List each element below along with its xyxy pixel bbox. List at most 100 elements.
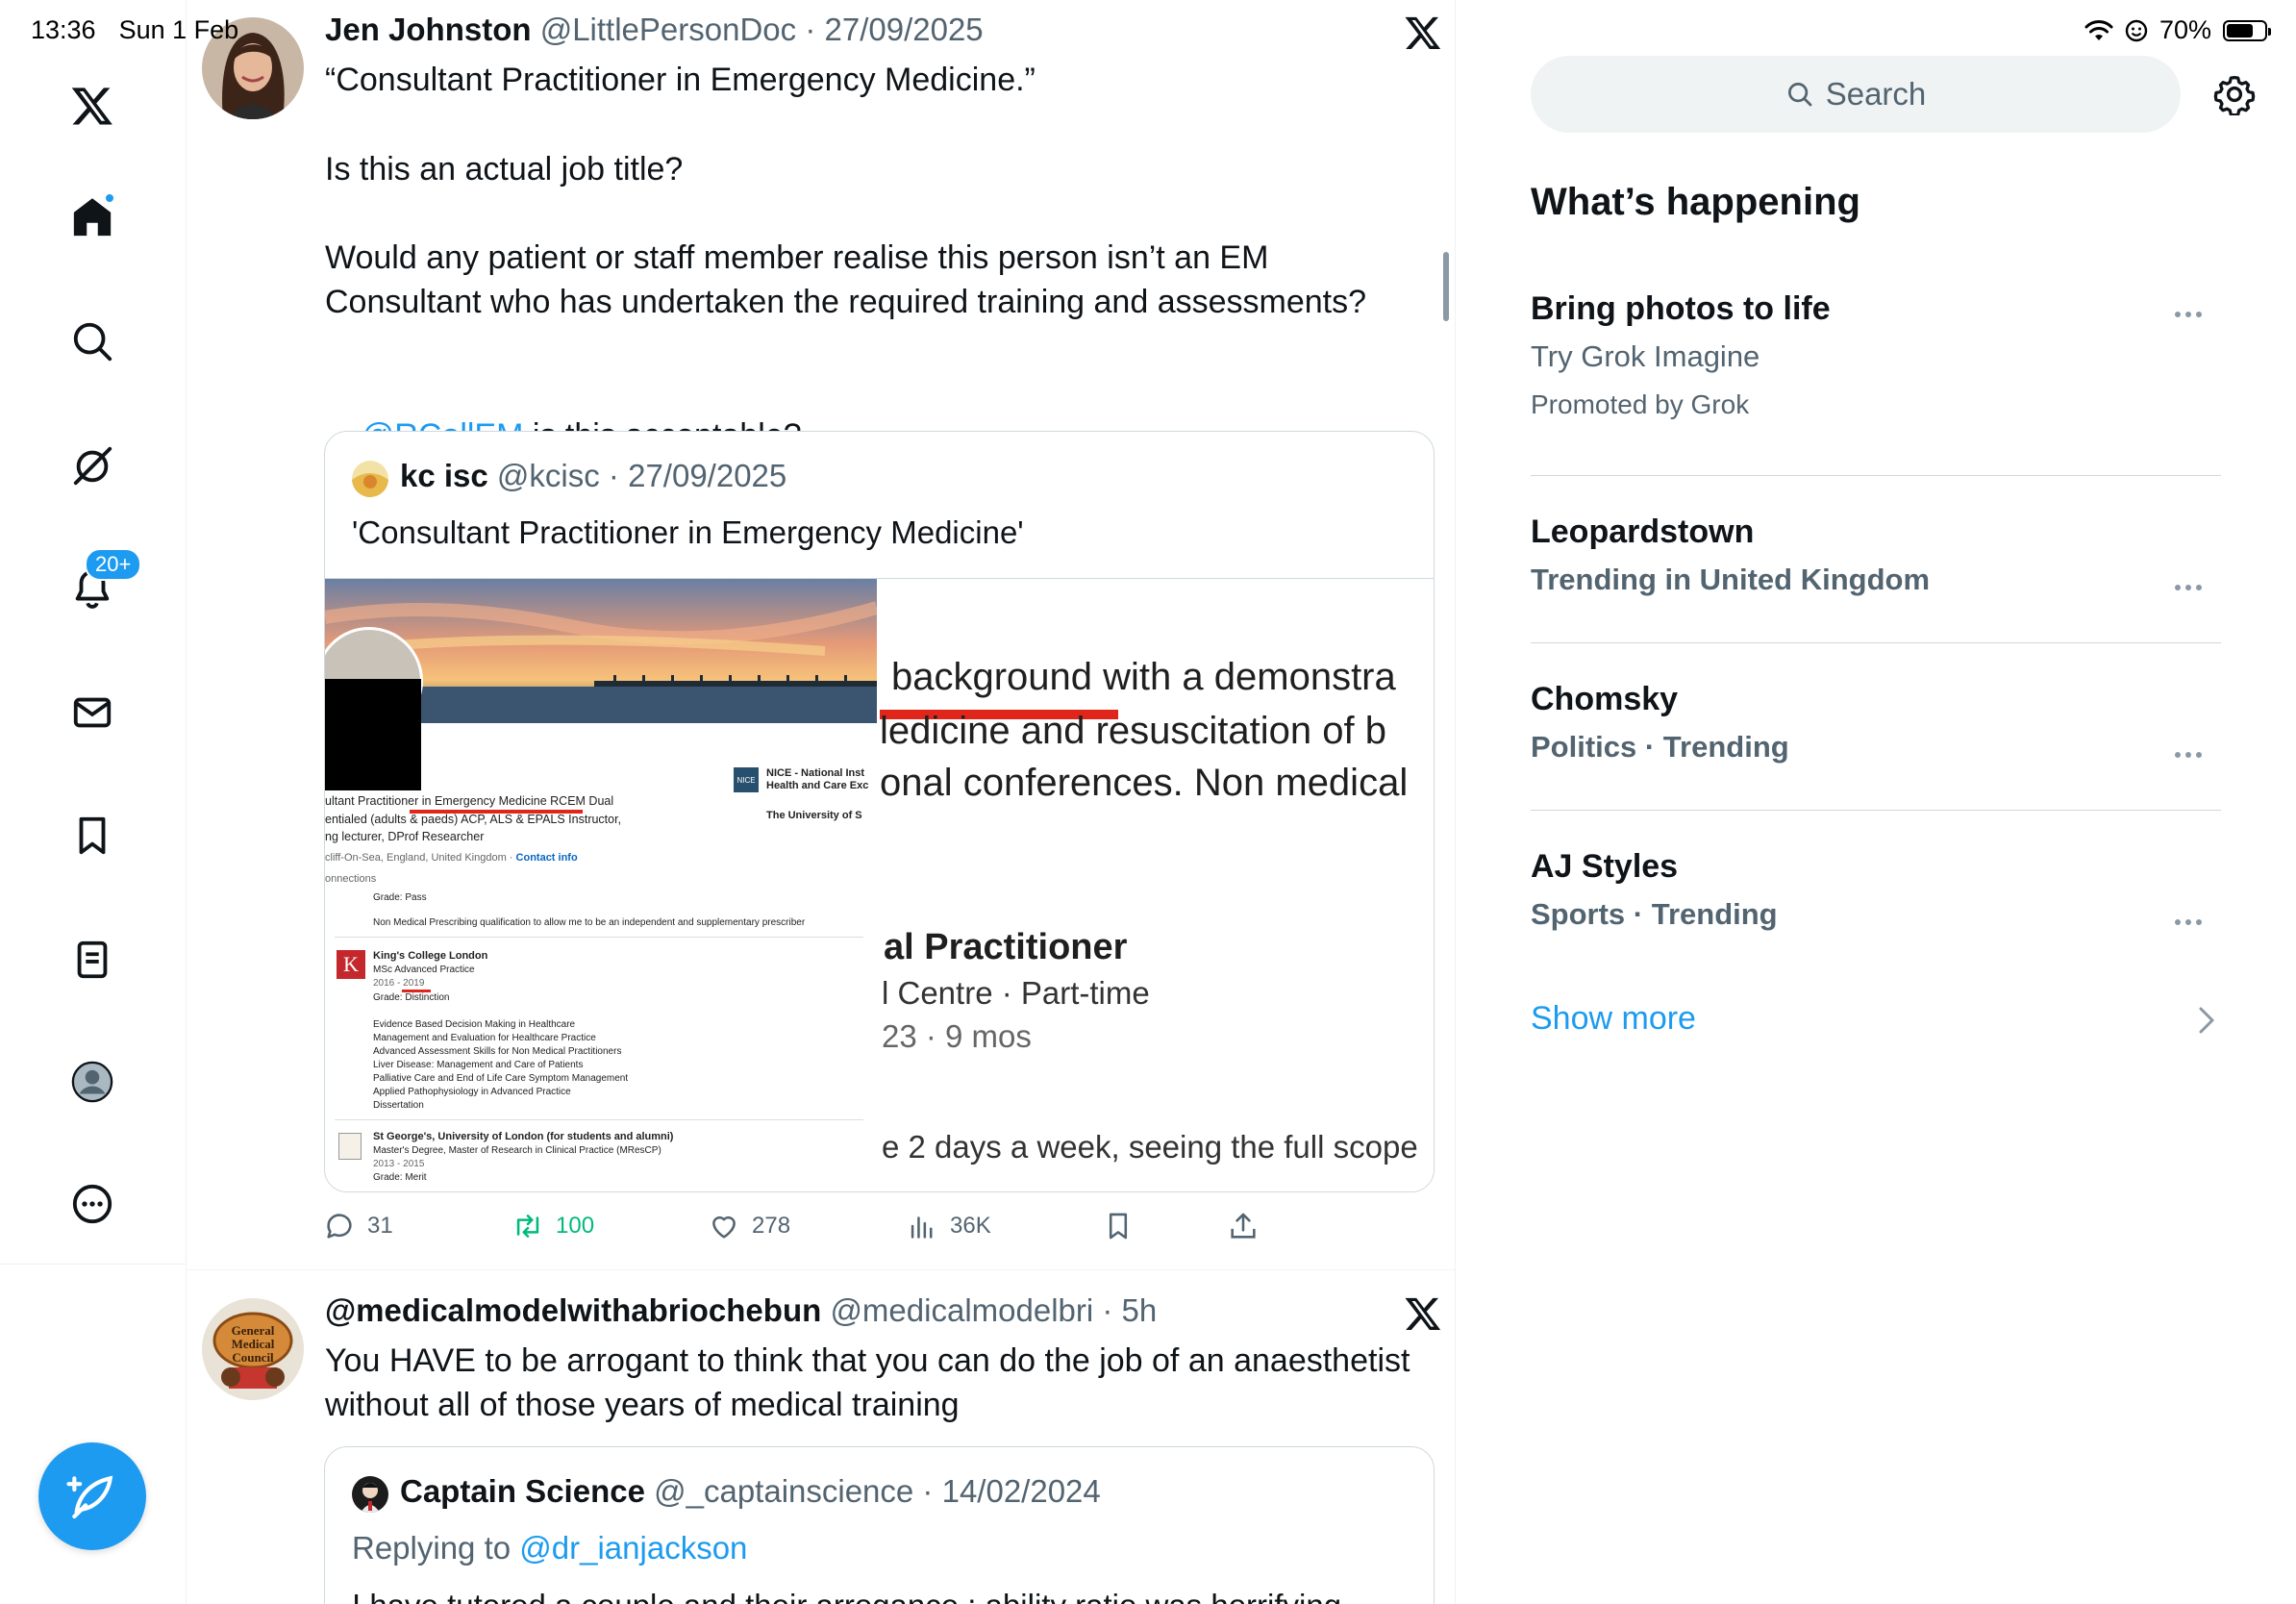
trend-item[interactable]: Leopardstown Trending in United Kingdom [1531, 514, 2221, 597]
li-location: cliff-On-Sea, England, United Kingdom · … [325, 852, 578, 864]
nav-home[interactable] [63, 188, 121, 246]
tweet-line: Is this an actual job title? [325, 151, 684, 188]
quoted-author-handle: @_captainscience [654, 1473, 914, 1509]
tweet-line: Consultant who has undertaken the requir… [325, 284, 1367, 320]
tweet-line: “Consultant Practitioner in Emergency Me… [325, 62, 1036, 98]
timeline-scrollbar[interactable] [1443, 252, 1449, 321]
captain-science-avatar [352, 1476, 388, 1513]
li-grade: Grade: Distinction [373, 992, 450, 1003]
author-handle[interactable]: @LittlePersonDoc [540, 12, 796, 47]
trend-title: AJ Styles [1531, 848, 1679, 885]
share-button[interactable] [1227, 1210, 1260, 1242]
replying-to-label: Replying to [352, 1530, 512, 1566]
battery-percent: 70% [2159, 15, 2211, 44]
search-input[interactable]: Search [1531, 56, 2181, 133]
nav-bookmarks[interactable] [63, 807, 121, 865]
reply-button[interactable]: 31 [323, 1210, 393, 1242]
quoted-tweet[interactable]: Captain Science @_captainscience · 14/02… [324, 1446, 1435, 1604]
repost-count: 100 [556, 1213, 595, 1239]
more-options-icon[interactable] [2175, 752, 2204, 760]
nav-lists[interactable] [63, 931, 121, 989]
replying-to-mention[interactable]: @dr_ianjackson [519, 1530, 747, 1566]
quoted-tweet[interactable]: kc isc @kcisc · 27/09/2025 'Consultant P… [324, 431, 1435, 1192]
kcl-logo: K [337, 950, 365, 979]
x-logo-link[interactable] [63, 77, 121, 135]
views-button[interactable]: 36K [906, 1210, 991, 1242]
trend-item[interactable]: Bring photos to life Try Grok Imagine Pr… [1531, 290, 2221, 420]
replying-to: Replying to @dr_ianjackson [352, 1530, 747, 1566]
search-icon [1787, 83, 1812, 107]
status-bar-left: 13:36 Sun 1 Feb [31, 15, 238, 45]
like-count: 278 [752, 1213, 791, 1239]
quoted-media[interactable]: ultant Practitioner in Emergency Medicin… [325, 578, 1434, 1191]
zoom-org: l Centre · Part-time [882, 975, 1150, 1011]
views-chart-icon [911, 1216, 933, 1239]
more-circle-icon [72, 1184, 112, 1224]
trend-item[interactable]: AJ Styles Sports · Trending [1531, 848, 2221, 932]
li-contact-info: Contact info [515, 852, 578, 864]
quoted-author-name: kc isc [400, 458, 488, 493]
reply-icon [327, 1214, 352, 1239]
li-location-text: cliff-On-Sea, England, United Kingdom · [325, 852, 513, 864]
author-handle[interactable]: @medicalmodelbri [830, 1292, 1093, 1328]
more-options-icon[interactable] [2175, 585, 2204, 592]
tweet-header: Jen Johnston @LittlePersonDoc · 27/09/20… [325, 12, 984, 48]
svg-text:General: General [232, 1323, 275, 1338]
nav-divider [0, 1264, 187, 1265]
li-module: Evidence Based Decision Making in Health… [373, 1019, 576, 1030]
tweet-header: @medicalmodelwithabriochebun @medicalmod… [325, 1292, 1157, 1329]
zoom-text-line: onal conferences. Non medical [880, 762, 1409, 804]
x-close-icon[interactable] [1404, 13, 1442, 52]
li-degree: Master's Degree, Master of Research in C… [373, 1145, 661, 1156]
nav-notifications[interactable]: 20+ [63, 548, 142, 617]
redaction-block [325, 679, 421, 790]
like-button[interactable]: 278 [708, 1210, 790, 1242]
media-image-zoom[interactable]: background with a demonstra ledicine and… [878, 579, 1434, 1191]
zoom-text-line: ledicine and resuscitation of b [880, 710, 1386, 752]
battery-fill [2227, 23, 2253, 38]
li-divider [335, 937, 863, 938]
avatar[interactable]: General Medical Council [202, 1298, 304, 1400]
zoom-duration: 23 · 9 mos [882, 1018, 1032, 1054]
nav-grok[interactable] [63, 437, 121, 494]
smiley-icon [2125, 19, 2148, 41]
bookmark-icon [1109, 1213, 1128, 1240]
show-more-link[interactable]: Show more [1531, 1000, 1696, 1038]
trend-subtitle: Trending in United Kingdom [1531, 563, 1931, 596]
gear-icon[interactable] [2213, 73, 2256, 115]
author-name[interactable]: @medicalmodelwithabriochebun [325, 1292, 821, 1328]
li-grade: Grade: Pass [373, 892, 427, 903]
left-navigation: 20+ [0, 0, 187, 1604]
li-years: 2016 - 2019 [373, 978, 425, 989]
media-image-linkedin[interactable]: ultant Practitioner in Emergency Medicin… [325, 579, 877, 1191]
trend-divider [1531, 642, 2221, 643]
zoom-text-line: background with a demonstra [891, 656, 1396, 698]
nav-explore[interactable] [63, 313, 121, 370]
svg-text:Medical: Medical [232, 1337, 275, 1351]
trend-title: Bring photos to life [1531, 290, 1831, 327]
more-options-icon[interactable] [2175, 919, 2204, 927]
li-years: 2013 - 2015 [373, 1159, 425, 1169]
li-module: Advanced Assessment Skills for Non Medic… [373, 1046, 622, 1057]
compose-post-button[interactable] [38, 1442, 146, 1550]
more-options-icon[interactable] [2175, 312, 2204, 319]
tweet-date[interactable]: 5h [1122, 1292, 1158, 1328]
bookmark-button[interactable] [1102, 1210, 1135, 1242]
tweet-date[interactable]: 27/09/2025 [824, 12, 983, 47]
li-module: Liver Disease: Management and Care of Pa… [373, 1060, 584, 1070]
quoted-avatar [352, 1476, 388, 1513]
quoted-text: 'Consultant Practitioner in Emergency Me… [352, 514, 1024, 550]
quoted-header: kc isc @kcisc · 27/09/2025 [400, 458, 786, 494]
nav-profile[interactable] [63, 1053, 121, 1111]
repost-button[interactable]: 100 [512, 1210, 594, 1242]
nav-messages[interactable] [63, 684, 121, 741]
trend-item[interactable]: Chomsky Politics · Trending [1531, 681, 2221, 764]
timeline[interactable]: Jen Johnston @LittlePersonDoc · 27/09/20… [187, 0, 1456, 1604]
author-name[interactable]: Jen Johnston [325, 12, 532, 47]
dot-separator: · [913, 1473, 942, 1509]
x-close-icon[interactable] [1404, 1294, 1442, 1333]
notifications-badge: 20+ [85, 548, 142, 581]
nav-more[interactable] [63, 1175, 121, 1233]
tweet-divider [187, 1269, 1455, 1270]
x-logo-icon [71, 88, 112, 125]
